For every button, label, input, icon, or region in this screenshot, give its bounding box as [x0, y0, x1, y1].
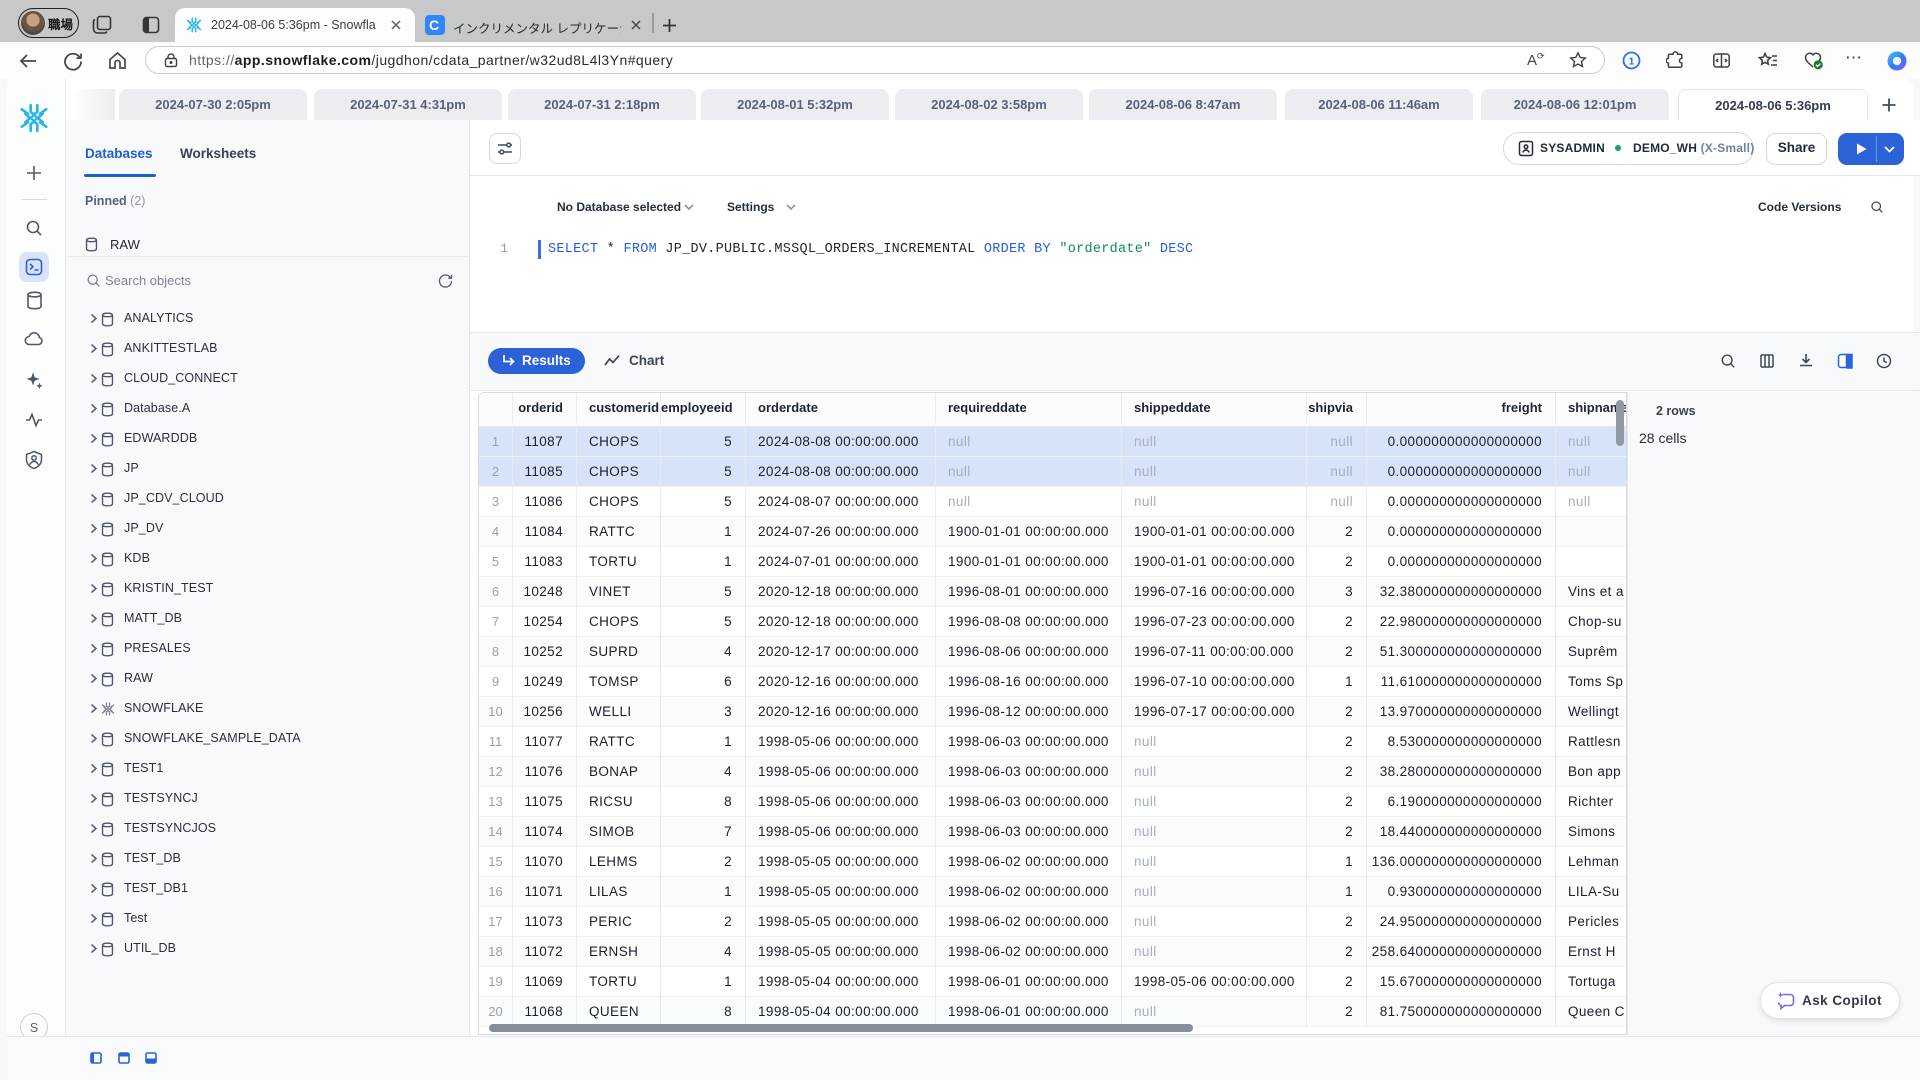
svg-text:1: 1 — [1629, 55, 1635, 67]
